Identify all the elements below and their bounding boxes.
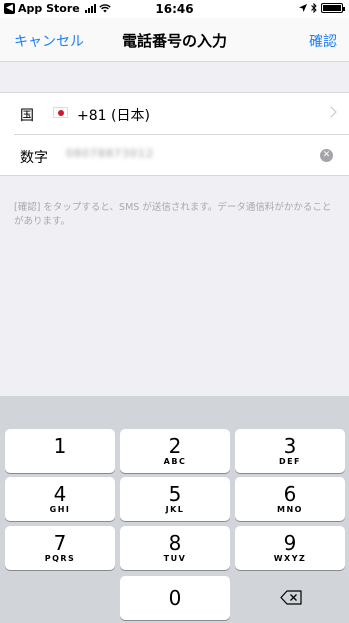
- nav-bar: キャンセル 電話番号の入力 確認: [0, 18, 349, 62]
- country-row[interactable]: 国 +81 (日本): [0, 93, 349, 135]
- key-digit: 9: [283, 531, 297, 555]
- key-2[interactable]: 2 ABC: [120, 429, 230, 473]
- number-row[interactable]: 数字 08078873012 ✕: [0, 135, 349, 177]
- key-digit: 1: [53, 434, 67, 458]
- country-label: 国: [20, 108, 34, 124]
- status-bar: ◀ App Store 16:46: [0, 0, 349, 18]
- clear-icon[interactable]: ✕: [320, 149, 333, 162]
- key-digit: 5: [168, 482, 182, 506]
- key-digit: 7: [53, 531, 67, 555]
- key-digit: 3: [283, 434, 297, 458]
- key-letters: WXYZ: [273, 554, 307, 563]
- key-digit: 4: [53, 482, 67, 506]
- key-6[interactable]: 6 MNO: [235, 477, 345, 521]
- japan-flag-icon: [53, 107, 68, 118]
- key-digit: 8: [168, 531, 182, 555]
- key-8[interactable]: 8 TUV: [120, 526, 230, 570]
- key-letters: GHI: [49, 505, 71, 514]
- chevron-right-icon: [325, 106, 337, 118]
- key-letters: DEF: [278, 457, 302, 466]
- status-right: [299, 3, 345, 13]
- key-letters: PQRS: [44, 554, 76, 563]
- backspace-icon: [280, 590, 302, 605]
- key-1[interactable]: 1: [5, 429, 115, 473]
- key-letters: TUV: [163, 554, 187, 563]
- location-icon: [299, 4, 307, 12]
- key-5[interactable]: 5 JKL: [120, 477, 230, 521]
- key-letters: JKL: [165, 505, 185, 514]
- key-3[interactable]: 3 DEF: [235, 429, 345, 473]
- key-digit: 0: [168, 586, 182, 610]
- status-time: 16:46: [155, 2, 194, 16]
- delete-button[interactable]: [235, 576, 345, 620]
- key-letters: ABC: [163, 457, 187, 466]
- key-digit: 2: [168, 434, 182, 458]
- page-title: 電話番号の入力: [121, 32, 227, 50]
- key-0[interactable]: 0: [120, 576, 230, 620]
- sms-notice: [確認] をタップすると、SMS が送信されます。データ通信料がかかることがあり…: [14, 202, 332, 227]
- battery-icon: [321, 3, 345, 13]
- key-9[interactable]: 9 WXYZ: [235, 526, 345, 570]
- key-letters: MNO: [277, 505, 303, 514]
- bluetooth-icon: [311, 3, 317, 13]
- phone-number-input[interactable]: 08078873012: [66, 147, 154, 160]
- key-7[interactable]: 7 PQRS: [5, 526, 115, 570]
- country-code: +81 (日本): [77, 108, 150, 124]
- confirm-button[interactable]: 確認: [309, 31, 337, 51]
- number-label: 数字: [20, 150, 48, 166]
- key-4[interactable]: 4 GHI: [5, 477, 115, 521]
- phone-form: 国 +81 (日本) 数字 08078873012 ✕: [0, 92, 349, 176]
- key-digit: 6: [283, 482, 297, 506]
- numeric-keypad: 1 2 ABC 3 DEF 4 GHI 5 JKL 6 MNO 7 PQRS 8…: [0, 396, 349, 623]
